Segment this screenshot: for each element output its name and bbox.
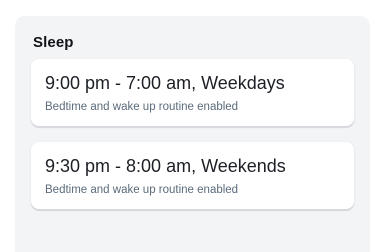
section-title: Sleep	[33, 34, 74, 51]
schedule-card-weekends[interactable]: 9:30 pm - 8:00 am, Weekends Bedtime and …	[31, 142, 354, 209]
schedule-status: Bedtime and wake up routine enabled	[45, 101, 239, 113]
schedule-card-weekdays[interactable]: 9:00 pm - 7:00 am, Weekdays Bedtime and …	[31, 59, 354, 126]
schedule-time: 9:30 pm - 8:00 am, Weekends	[45, 156, 286, 176]
sleep-panel: Sleep 9:00 pm - 7:00 am, Weekdays Bedtim…	[15, 16, 370, 252]
schedule-time: 9:00 pm - 7:00 am, Weekdays	[45, 73, 285, 93]
schedule-status: Bedtime and wake up routine enabled	[45, 184, 239, 196]
